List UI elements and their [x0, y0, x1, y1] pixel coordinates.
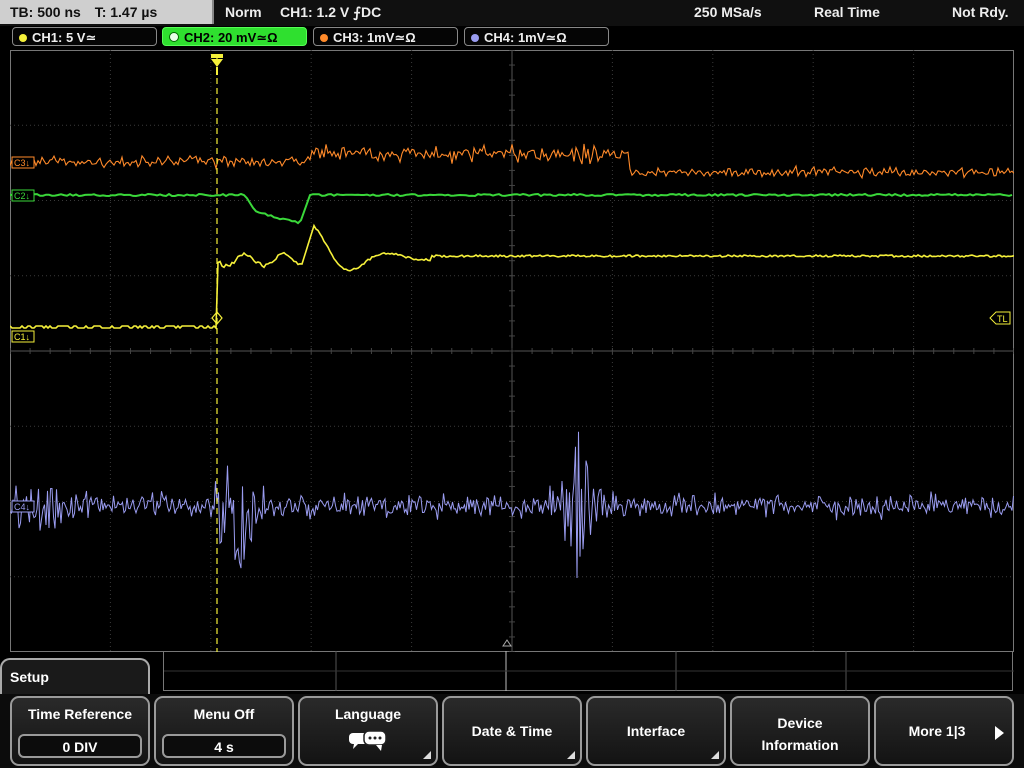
trigger-position-icon[interactable] — [211, 54, 223, 75]
sample-rate: 250 MSa/s — [694, 4, 762, 20]
channel-tab-ch1[interactable]: CH1: 5 V≃ — [12, 27, 157, 46]
trigger-time-value: T: 1.47 µs — [94, 4, 158, 20]
c2-ground-marker[interactable]: C2↓ — [11, 189, 35, 202]
channel-tab-ch2[interactable]: CH2: 20 mV≃Ω — [162, 27, 307, 46]
trigger-settings[interactable]: CH1: 1.2 V ⨍DC — [280, 0, 381, 24]
c1-ground-marker[interactable]: C1↓ — [11, 330, 35, 343]
language-label: Language — [334, 706, 402, 722]
time-reference-label: Time Reference — [27, 706, 132, 722]
c4-ground-marker[interactable]: C4↓ — [11, 500, 35, 513]
acquisition-state: Not Rdy. — [952, 4, 1009, 20]
interface-label: Interface — [626, 723, 686, 739]
svg-text:C2↓: C2↓ — [14, 191, 30, 201]
svg-text:C4↓: C4↓ — [14, 502, 30, 512]
menu-off-value: 4 s — [162, 734, 286, 758]
device-information-softkey[interactable]: Device Information — [730, 696, 870, 766]
ch4-color-dot — [471, 34, 479, 42]
ch4-label: CH4: 1mV≃Ω — [484, 30, 567, 45]
ch1-color-dot — [19, 34, 27, 42]
zoom-strip-grid — [164, 651, 1014, 691]
language-softkey[interactable]: Language — [298, 696, 438, 766]
menu-title-tab: Setup — [0, 658, 150, 694]
date-time-label: Date & Time — [471, 723, 553, 739]
menu-off-label: Menu Off — [193, 706, 255, 722]
next-page-arrow-icon — [995, 726, 1004, 740]
device-information-label: Device Information — [732, 712, 868, 756]
device-information-line2: Information — [761, 737, 839, 753]
trigger-mode[interactable]: Norm — [225, 0, 262, 24]
zoom-strip — [163, 651, 1014, 691]
submenu-corner-icon — [423, 751, 431, 759]
waveform-canvas: C3↓ C2↓ C1↓ C4↓ TL — [10, 50, 1014, 652]
time-reference-marker-icon — [502, 639, 512, 647]
acquisition-mode: Real Time — [814, 4, 880, 20]
interface-softkey[interactable]: Interface — [586, 696, 726, 766]
time-reference-value: 0 DIV — [18, 734, 142, 758]
menu-title: Setup — [10, 669, 49, 685]
waveform-display[interactable]: C3↓ C2↓ C1↓ C4↓ TL — [10, 50, 1014, 652]
graticule — [10, 50, 1014, 652]
trigger-level-marker[interactable]: TL — [989, 311, 1011, 325]
timebase-box[interactable]: TB: 500 ns T: 1.47 µs — [0, 0, 214, 24]
device-information-line1: Device — [777, 715, 823, 731]
speech-bubbles-icon — [349, 730, 387, 751]
time-reference-softkey[interactable]: Time Reference 0 DIV — [10, 696, 150, 766]
submenu-corner-icon — [711, 751, 719, 759]
c3-ground-marker[interactable]: C3↓ — [11, 156, 35, 169]
svg-text:TL: TL — [997, 314, 1008, 324]
more-softkey[interactable]: More 1|3 — [874, 696, 1014, 766]
svg-text:C3↓: C3↓ — [14, 158, 30, 168]
ch2-label: CH2: 20 mV≃Ω — [184, 30, 278, 45]
ch3-color-dot — [320, 34, 328, 42]
status-bar: TB: 500 ns T: 1.47 µs Norm CH1: 1.2 V ⨍D… — [0, 0, 1024, 26]
date-time-softkey[interactable]: Date & Time — [442, 696, 582, 766]
ch3-label: CH3: 1mV≃Ω — [333, 30, 416, 45]
ch2-color-dot — [169, 32, 179, 42]
channel-tab-ch4[interactable]: CH4: 1mV≃Ω — [464, 27, 609, 46]
menu-off-softkey[interactable]: Menu Off 4 s — [154, 696, 294, 766]
svg-text:C1↓: C1↓ — [14, 332, 30, 342]
channel-tab-ch3[interactable]: CH3: 1mV≃Ω — [313, 27, 458, 46]
more-label: More 1|3 — [908, 723, 966, 739]
ch1-label: CH1: 5 V≃ — [32, 30, 97, 45]
timebase-value: TB: 500 ns — [10, 4, 81, 20]
submenu-corner-icon — [567, 751, 575, 759]
